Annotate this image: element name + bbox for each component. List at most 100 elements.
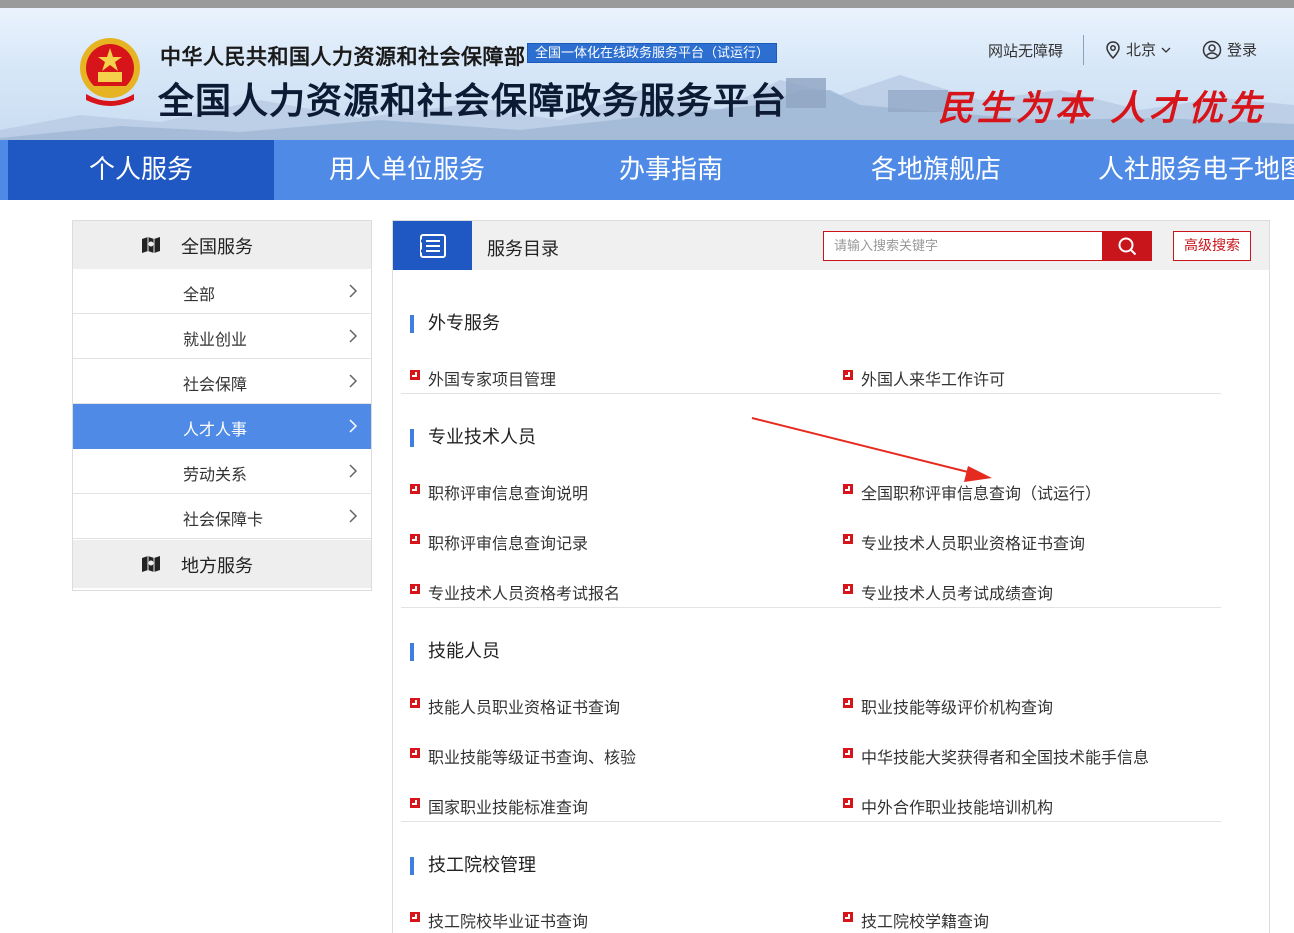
arrow-bullet-icon (410, 534, 420, 544)
sidebar-heading-label: 地方服务 (181, 556, 253, 577)
section-divider (401, 821, 1221, 822)
chevron-right-icon (349, 464, 358, 478)
sidebar-item-employment[interactable]: 就业创业 (73, 314, 371, 359)
service-link-label: 职称评审信息查询说明 (428, 484, 589, 503)
section-title: 专业技术人员 (410, 429, 536, 447)
sidebar-heading-label: 全国服务 (181, 237, 253, 258)
arrow-bullet-icon (410, 484, 420, 494)
service-link-label: 职业技能等级评价机构查询 (861, 698, 1054, 717)
slogan: 民生为本 人才优先 (938, 88, 1267, 129)
arrow-bullet-icon (410, 912, 420, 922)
service-link-label: 国家职业技能标准查询 (428, 798, 589, 817)
chevron-right-icon (349, 419, 358, 433)
search-input[interactable] (823, 231, 1103, 261)
service-link-label: 专业技术人员资格考试报名 (428, 584, 621, 603)
sidebar-heading-national[interactable]: 全国服务 (73, 221, 371, 269)
service-link[interactable]: 中外合作职业技能培训机构 (843, 794, 1053, 818)
service-link[interactable]: 职称评审信息查询说明 (410, 480, 588, 504)
search-button[interactable] (1102, 231, 1152, 261)
chevron-right-icon (349, 509, 358, 523)
sidebar-item-label: 社会保障 (183, 375, 248, 394)
sidebar-item-label: 劳动关系 (183, 465, 248, 484)
service-link[interactable]: 国家职业技能标准查询 (410, 794, 588, 818)
chevron-right-icon (349, 374, 358, 388)
service-link-label: 职业技能等级证书查询、核验 (428, 748, 637, 767)
service-link[interactable]: 技工院校学籍查询 (843, 908, 989, 932)
service-link-label: 中外合作职业技能培训机构 (861, 798, 1054, 817)
service-link-label: 外国人来华工作许可 (861, 370, 1006, 389)
chevron-right-icon (349, 329, 358, 343)
arrow-bullet-icon (843, 370, 853, 380)
service-link-label: 职称评审信息查询记录 (428, 534, 589, 553)
arrow-bullet-icon (843, 912, 853, 922)
service-link-label: 技工院校毕业证书查询 (428, 912, 589, 931)
service-catalog-panel: 服务目录 高级搜索 外专服务 外国专家项目管理 外国人来华工作许可 专业技术人员… (392, 220, 1270, 933)
service-link-label: 中华技能大奖获得者和全国技术能手信息 (861, 748, 1150, 767)
sidebar-item-labor-relations[interactable]: 劳动关系 (73, 449, 371, 494)
section-divider (401, 607, 1221, 608)
map-icon (142, 556, 160, 572)
login-label: 登录 (1227, 41, 1258, 59)
service-link-label: 专业技术人员考试成绩查询 (861, 584, 1054, 603)
service-link[interactable]: 专业技术人员资格考试报名 (410, 580, 620, 604)
main-navigation: 个人服务 用人单位服务 办事指南 各地旗舰店 人社服务电子地图 (0, 140, 1294, 200)
section-title: 外专服务 (410, 315, 500, 333)
service-link[interactable]: 专业技术人员职业资格证书查询 (843, 530, 1085, 554)
section-title: 技工院校管理 (410, 857, 536, 875)
advanced-search-button[interactable]: 高级搜索 (1173, 231, 1251, 261)
sidebar-item-ss-card[interactable]: 社会保障卡 (73, 494, 371, 539)
service-link[interactable]: 技能人员职业资格证书查询 (410, 694, 620, 718)
catalog-list-icon (420, 234, 446, 258)
city-label: 北京 (1126, 41, 1157, 59)
service-link-label: 技工院校学籍查询 (861, 912, 990, 931)
service-link[interactable]: 全国职称评审信息查询（试运行） (843, 480, 1101, 504)
arrow-bullet-icon (843, 748, 853, 758)
trial-badge: 全国一体化在线政务服务平台（试运行） (527, 43, 778, 63)
arrow-bullet-icon (843, 534, 853, 544)
top-border-bar (0, 0, 1294, 8)
section-title: 技能人员 (410, 643, 500, 661)
sidebar-item-social-security[interactable]: 社会保障 (73, 359, 371, 404)
platform-title: 全国人力资源和社会保障政务服务平台 (158, 81, 788, 122)
nav-employer-services[interactable]: 用人单位服务 (274, 140, 540, 200)
sidebar-item-label: 全部 (183, 285, 216, 304)
catalog-icon-box (393, 221, 472, 270)
arrow-bullet-icon (410, 370, 420, 380)
service-link[interactable]: 职称评审信息查询记录 (410, 530, 588, 554)
panel-title: 服务目录 (487, 239, 559, 260)
arrow-bullet-icon (843, 798, 853, 808)
service-link[interactable]: 外国人来华工作许可 (843, 366, 1005, 390)
section-divider (401, 393, 1221, 394)
arrow-bullet-icon (410, 748, 420, 758)
login-link[interactable]: 登录 (1202, 39, 1257, 60)
header-divider (1083, 35, 1084, 65)
service-link-label: 外国专家项目管理 (428, 370, 557, 389)
service-link[interactable]: 中华技能大奖获得者和全国技术能手信息 (843, 744, 1149, 768)
sidebar-item-all[interactable]: 全部 (73, 269, 371, 314)
arrow-bullet-icon (410, 798, 420, 808)
panel-header: 服务目录 高级搜索 (393, 221, 1269, 270)
service-link[interactable]: 专业技术人员考试成绩查询 (843, 580, 1053, 604)
nav-personal-services[interactable]: 个人服务 (8, 140, 274, 200)
city-select[interactable]: 北京 (1105, 39, 1171, 60)
arrow-bullet-icon (410, 698, 420, 708)
site-header: 中华人民共和国人力资源和社会保障部 全国一体化在线政务服务平台（试运行） 全国人… (0, 8, 1294, 140)
service-link[interactable]: 职业技能等级评价机构查询 (843, 694, 1053, 718)
nav-service-guide[interactable]: 办事指南 (540, 140, 802, 200)
nav-service-map[interactable]: 人社服务电子地图 (1070, 140, 1294, 200)
arrow-bullet-icon (843, 698, 853, 708)
map-icon (142, 237, 160, 253)
sidebar-heading-local[interactable]: 地方服务 (73, 540, 371, 588)
arrow-bullet-icon (843, 584, 853, 594)
sidebar-item-talent[interactable]: 人才人事 (73, 404, 371, 449)
service-link[interactable]: 外国专家项目管理 (410, 366, 556, 390)
arrow-bullet-icon (843, 484, 853, 494)
accessibility-link[interactable]: 网站无障碍 (988, 40, 1063, 61)
service-link[interactable]: 职业技能等级证书查询、核验 (410, 744, 636, 768)
sidebar-item-label: 社会保障卡 (183, 510, 264, 529)
sidebar: 全国服务 全部 就业创业 社会保障 人才人事 劳动关系 社会保障卡 地方服务 (72, 220, 372, 591)
user-avatar-icon (1202, 40, 1222, 59)
service-link[interactable]: 技工院校毕业证书查询 (410, 908, 588, 932)
nav-regional-stores[interactable]: 各地旗舰店 (802, 140, 1070, 200)
arrow-bullet-icon (410, 584, 420, 594)
